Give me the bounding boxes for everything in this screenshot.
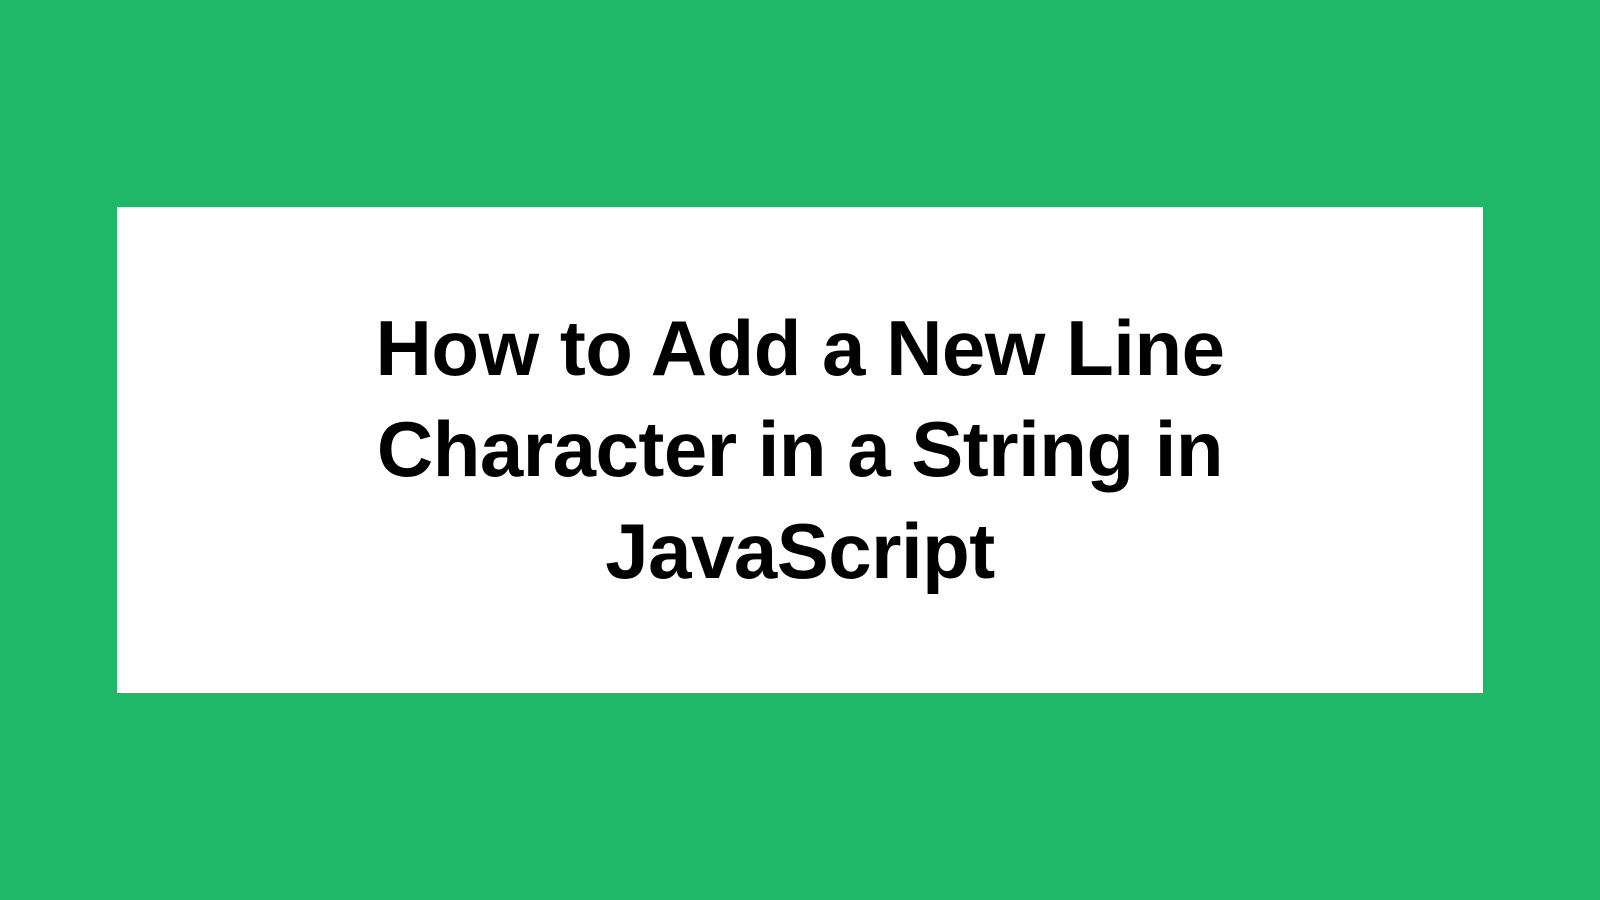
page-title: How to Add a New Line Character in a Str…: [197, 298, 1403, 602]
title-card: How to Add a New Line Character in a Str…: [117, 207, 1483, 693]
